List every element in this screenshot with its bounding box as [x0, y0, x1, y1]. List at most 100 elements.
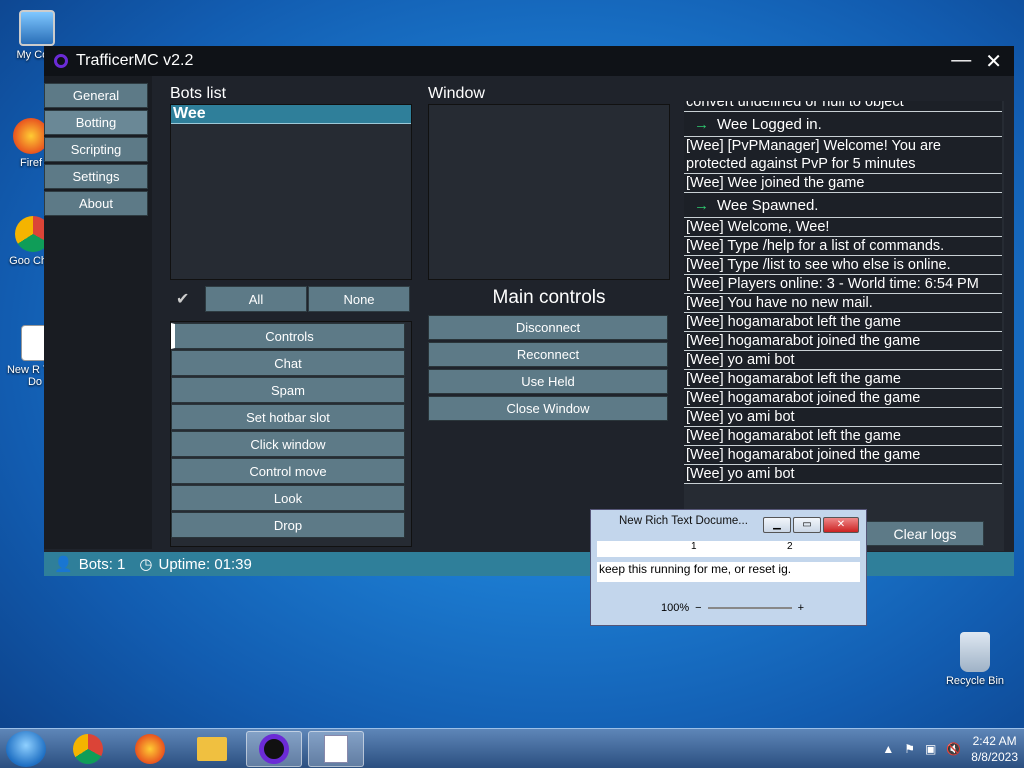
log-text: [Wee] You have no new mail.: [686, 295, 873, 311]
action-center-icon[interactable]: ⚑: [904, 742, 915, 756]
bot-list-item[interactable]: Wee: [171, 105, 411, 124]
nav-settings[interactable]: Settings: [44, 164, 148, 189]
log-line: [Wee] Welcome, Wee!: [684, 218, 1002, 237]
desktop-icon-label: Recycle Bin: [945, 675, 1005, 687]
log-panel[interactable]: convert undefined or null to object → Wee …: [684, 101, 1004, 551]
log-text: [Wee] yo ami bot: [686, 352, 795, 368]
log-text: [Wee] hogamarabot joined the game: [686, 390, 921, 406]
network-icon[interactable]: ▣: [925, 742, 936, 756]
nav-botting[interactable]: Botting: [44, 110, 148, 135]
close-window-button[interactable]: Close Window: [428, 396, 668, 421]
nav-scripting[interactable]: Scripting: [44, 137, 148, 162]
log-line: [Wee] Players online: 3 - World time: 6:…: [684, 275, 1002, 294]
taskbar-chrome[interactable]: [60, 731, 116, 767]
window-view: [428, 104, 670, 280]
log-text: [Wee] hogamarabot joined the game: [686, 333, 921, 349]
log-list: convert undefined or null to object → Wee …: [684, 101, 1004, 484]
arrow-right-icon: →: [694, 197, 709, 214]
command-drop[interactable]: Drop: [171, 512, 405, 538]
explorer-icon: [197, 737, 227, 761]
desktop-icon-label: Firef: [20, 157, 42, 169]
reconnect-button[interactable]: Reconnect: [428, 342, 668, 367]
bots-list: Wee: [170, 104, 412, 280]
command-controls[interactable]: Controls: [171, 323, 405, 349]
taskbar-explorer[interactable]: [184, 731, 240, 767]
volume-muted-icon[interactable]: 🔇: [946, 742, 961, 756]
zoom-out-button[interactable]: −: [695, 602, 701, 614]
recycle-bin-icon: [960, 632, 990, 672]
status-bar: 👤 Bots: 1 ◷ Uptime: 01:39: [44, 552, 1014, 576]
app-title: TrafficerMC v2.2: [76, 52, 194, 69]
zoom-slider[interactable]: [707, 607, 792, 609]
select-none-button[interactable]: None: [308, 286, 410, 312]
clock-time: 2:42 AM: [972, 734, 1017, 748]
taskbar-trafficermc[interactable]: [246, 731, 302, 767]
wordpad-document[interactable]: keep this running for me, or reset ig.: [597, 562, 860, 582]
log-text: Wee Spawned.: [717, 197, 819, 214]
commands-list[interactable]: Controls Chat Spam Set hotbar slot Click…: [170, 321, 412, 547]
taskbar: ▲ ⚑ ▣ 🔇 2:42 AM 8/8/2023: [0, 728, 1024, 768]
window-heading: Window: [428, 85, 485, 102]
clear-logs-button[interactable]: Clear logs: [866, 521, 984, 546]
log-line: [Wee] hogamarabot joined the game: [684, 332, 1002, 351]
wordpad-close-button[interactable]: ✕: [823, 517, 859, 533]
command-click-window[interactable]: Click window: [171, 431, 405, 457]
disconnect-button[interactable]: Disconnect: [428, 315, 668, 340]
log-text: Wee Logged in.: [717, 116, 822, 133]
title-bar: TrafficerMC v2.2 — ✕: [44, 46, 1014, 76]
clock[interactable]: 2:42 AM 8/8/2023: [971, 733, 1018, 765]
bots-list-heading: Bots list: [170, 85, 227, 102]
uptime: Uptime: 01:39: [158, 555, 252, 573]
wordpad-maximize-button[interactable]: ▭: [793, 517, 821, 533]
user-icon: 👤: [54, 556, 73, 573]
select-checkbox-icon[interactable]: ✔: [176, 289, 189, 309]
wordpad-minimize-button[interactable]: ▁: [763, 517, 791, 533]
select-all-button[interactable]: All: [205, 286, 307, 312]
zoom-in-button[interactable]: +: [798, 602, 804, 614]
show-hidden-icons-icon[interactable]: ▲: [882, 742, 894, 756]
nav-general[interactable]: General: [44, 83, 148, 108]
ruler-mark: 2: [787, 541, 793, 552]
log-line: [Wee] hogamarabot left the game: [684, 313, 1002, 332]
start-button[interactable]: [6, 731, 46, 767]
command-look[interactable]: Look: [171, 485, 405, 511]
log-text: [Wee] yo ami bot: [686, 409, 795, 425]
log-line: [Wee] yo ami bot: [684, 408, 1002, 427]
taskbar-wordpad[interactable]: [308, 731, 364, 767]
main-controls-heading: Main controls: [492, 287, 606, 308]
wordpad-ruler: 1 2: [597, 541, 860, 557]
log-text: [Wee] Type /help for a list of commands.: [686, 238, 945, 254]
bots-count: Bots: 1: [78, 555, 126, 573]
log-text: convert undefined or null to object: [686, 101, 904, 110]
log-event: → Wee Logged in.: [684, 112, 1002, 137]
log-line: [Wee] Wee joined the game: [684, 174, 1002, 193]
log-line: [Wee] hogamarabot joined the game: [684, 389, 1002, 408]
clock-icon: ◷: [139, 556, 153, 573]
firefox-icon: [135, 734, 165, 764]
log-line: [Wee] hogamarabot left the game: [684, 370, 1002, 389]
nav-about[interactable]: About: [44, 191, 148, 216]
log-line: [Wee] yo ami bot: [684, 351, 1002, 370]
main-controls: Disconnect Reconnect Use Held Close Wind…: [428, 315, 668, 423]
trafficermc-window: TrafficerMC v2.2 — ✕ General Botting Scr…: [44, 46, 1014, 576]
system-tray: ▲ ⚑ ▣ 🔇 2:42 AM 8/8/2023: [882, 729, 1024, 768]
desktop-icon-recycle-bin[interactable]: Recycle Bin: [940, 632, 1010, 687]
command-spam[interactable]: Spam: [171, 377, 405, 403]
sidebar: General Botting Scripting Settings About: [44, 76, 152, 549]
command-control-move[interactable]: Control move: [171, 458, 405, 484]
log-text: [Wee] Wee joined the game: [686, 175, 865, 191]
log-text: [Wee] Type /list to see who else is onli…: [686, 257, 951, 273]
use-held-button[interactable]: Use Held: [428, 369, 668, 394]
log-text: [Wee] yo ami bot: [686, 466, 795, 482]
taskbar-firefox[interactable]: [122, 731, 178, 767]
chrome-icon: [73, 734, 103, 764]
log-text: [Wee] Players online: 3 - World time: 6:…: [686, 276, 979, 292]
ruler-mark: 1: [691, 541, 697, 552]
command-set-hotbar-slot[interactable]: Set hotbar slot: [171, 404, 405, 430]
wordpad-window: New Rich Text Docume... ▁ ▭ ✕ 1 2 keep t…: [590, 509, 867, 626]
close-button[interactable]: ✕: [985, 49, 1002, 74]
wordpad-icon: [324, 735, 348, 763]
command-chat[interactable]: Chat: [171, 350, 405, 376]
minimize-button[interactable]: —: [951, 49, 971, 74]
log-text: [Wee] hogamarabot left the game: [686, 428, 901, 444]
